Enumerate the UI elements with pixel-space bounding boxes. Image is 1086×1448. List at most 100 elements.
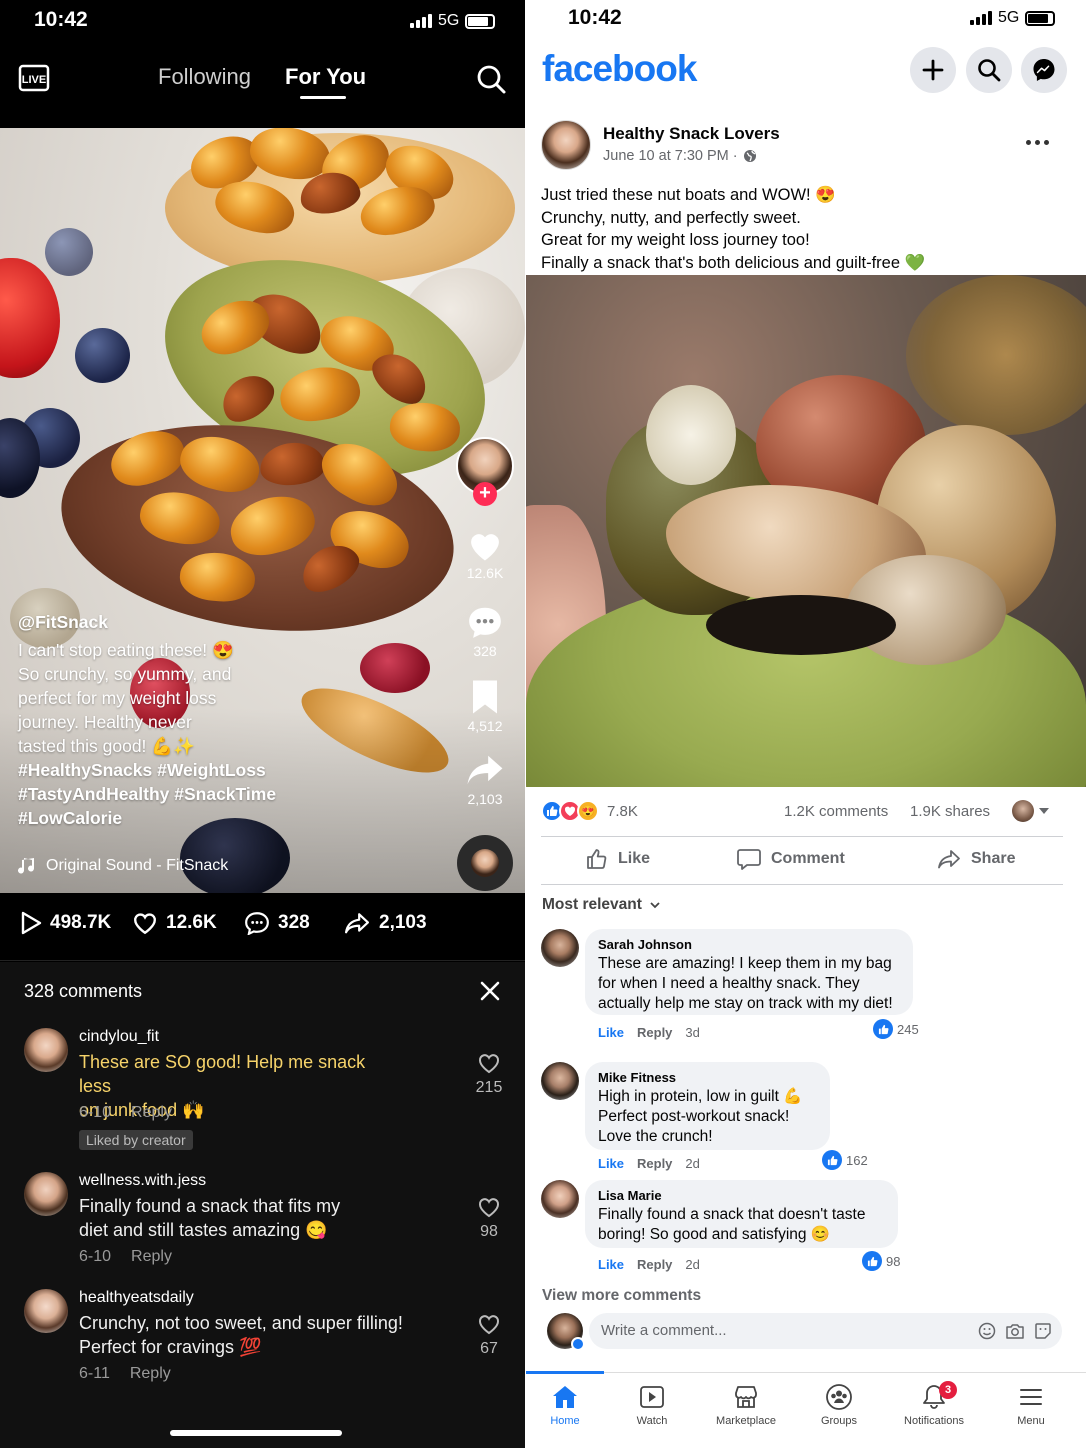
like-button[interactable]: Like	[586, 848, 650, 870]
heart-outline-icon	[479, 1198, 499, 1218]
comment-reactions[interactable]: 162	[822, 1150, 868, 1170]
home-icon	[553, 1386, 577, 1408]
share-outline-icon	[345, 913, 369, 934]
notification-badge: 3	[939, 1381, 957, 1399]
avatar[interactable]	[24, 1289, 68, 1333]
comments-stat[interactable]: 328	[244, 911, 310, 935]
shares-stat[interactable]: 2,103	[343, 911, 427, 935]
caption-username[interactable]: @FitSnack	[18, 610, 288, 634]
close-icon[interactable]	[479, 980, 501, 1007]
post-line: Great for my weight loss journey too!	[541, 231, 810, 249]
commenter-name[interactable]: Lisa Marie	[598, 1188, 885, 1203]
comment-input[interactable]: Write a comment...	[589, 1313, 1062, 1349]
facebook-logo[interactable]: facebook	[542, 48, 697, 90]
comment-like-button[interactable]: Like	[598, 1025, 624, 1040]
shares-count[interactable]: 1.9K shares	[910, 803, 990, 820]
sound-name: Original Sound - FitSnack	[46, 857, 229, 874]
facebook-screen: 10:42 5G facebook Healthy Snack Lovers J…	[526, 0, 1086, 1448]
avatar[interactable]	[541, 1180, 579, 1218]
thumbs-up-icon	[822, 1150, 842, 1170]
like-action[interactable]: 12.6K	[455, 528, 515, 581]
likes-stat[interactable]: 12.6K	[132, 911, 217, 935]
messenger-button[interactable]	[1021, 47, 1067, 93]
nav-groups[interactable]: Groups	[794, 1383, 884, 1427]
chevron-down-icon	[1039, 808, 1049, 814]
avatar[interactable]	[24, 1172, 68, 1216]
sound-row[interactable]: Original Sound - FitSnack	[18, 856, 228, 876]
comment-like-button[interactable]: Like	[598, 1257, 624, 1272]
nav-marketplace[interactable]: Marketplace	[701, 1383, 791, 1427]
comment-bubble: Sarah Johnson These are amazing! I keep …	[585, 929, 913, 1015]
comment-reply-button[interactable]: Reply	[637, 1257, 672, 1272]
search-button[interactable]	[966, 47, 1012, 93]
reply-button[interactable]: Reply	[131, 1104, 172, 1121]
comment-button[interactable]: Comment	[737, 848, 845, 870]
hashtags[interactable]: #LowCalorie	[18, 806, 288, 830]
nav-notifications[interactable]: Notifications 3	[889, 1381, 979, 1427]
comments-header: 328 comments	[24, 981, 143, 1001]
view-more-comments[interactable]: View more comments	[542, 1287, 701, 1305]
tab-following[interactable]: Following	[158, 64, 251, 90]
video-caption: @FitSnack I can't stop eating these! 😍 S…	[18, 610, 288, 830]
reactions-summary[interactable]: 😍 7.8K	[541, 800, 638, 822]
more-options-icon[interactable]	[1026, 140, 1049, 145]
nav-home[interactable]: Home	[526, 1383, 610, 1427]
avatar[interactable]	[541, 929, 579, 967]
hashtags[interactable]: #HealthySnacks #WeightLoss	[18, 758, 288, 782]
comment-like-button[interactable]: Like	[598, 1156, 624, 1171]
tab-for-you[interactable]: For You	[285, 64, 366, 90]
commenter-name[interactable]: Sarah Johnson	[598, 937, 900, 952]
commenter-name[interactable]: Mike Fitness	[598, 1070, 817, 1085]
avatar[interactable]	[541, 120, 591, 170]
comment-line: Perfect post-workout snack!	[598, 1108, 790, 1125]
post-timestamp[interactable]: June 10 at 7:30 PM ·	[603, 148, 757, 164]
comment-like-count: 98	[480, 1223, 498, 1240]
avatar[interactable]	[541, 1062, 579, 1100]
globe-icon	[743, 150, 756, 162]
comment-reactions[interactable]: 98	[862, 1251, 900, 1271]
comment-action[interactable]: 328	[455, 604, 515, 659]
avatar[interactable]	[24, 1028, 68, 1072]
battery-icon	[1025, 10, 1056, 26]
create-button[interactable]	[910, 47, 956, 93]
comment-username[interactable]: healthyeatsdaily	[79, 1289, 194, 1307]
save-action[interactable]: 4,512	[455, 679, 515, 734]
video-stats-bar: 498.7K 12.6K 328 2,103	[0, 893, 525, 961]
status-icons: 5G	[970, 9, 1056, 27]
comment-reply-button[interactable]: Reply	[637, 1156, 672, 1171]
comment-like[interactable]: 98	[469, 1196, 509, 1241]
sort-dropdown[interactable]: Most relevant	[542, 896, 660, 914]
comment-username[interactable]: cindylou_fit	[79, 1028, 159, 1046]
hashtags[interactable]: #TastyAndHealthy #SnackTime	[18, 782, 288, 806]
comment-username[interactable]: wellness.with.jess	[79, 1172, 206, 1190]
reply-button[interactable]: Reply	[130, 1365, 171, 1382]
share-action[interactable]: 2,103	[455, 752, 515, 807]
live-icon[interactable]: LIVE	[18, 62, 50, 94]
music-note-icon	[18, 858, 35, 874]
comments-count[interactable]: 1.2K comments	[784, 803, 888, 820]
sound-disc-icon[interactable]	[457, 835, 513, 891]
comment-input-placeholder: Write a comment...	[601, 1322, 727, 1339]
share-button[interactable]: Share	[937, 848, 1015, 870]
comment-date: 6-10	[79, 1248, 112, 1265]
comment-like[interactable]: 67	[469, 1313, 509, 1358]
post-body: Just tried these nut boats and WOW! 😍 Cr…	[541, 184, 925, 274]
comment-reactions[interactable]: 245	[873, 1019, 919, 1039]
comment-reply-button[interactable]: Reply	[637, 1025, 672, 1040]
comment-meta: 6-10 Reply	[79, 1104, 192, 1122]
react-as-selector[interactable]	[1012, 800, 1049, 822]
divider	[541, 836, 1063, 837]
comment-line: actually help me stay on track with my d…	[598, 995, 893, 1012]
reply-button[interactable]: Reply	[131, 1248, 172, 1265]
comment-date: 6-11	[79, 1365, 110, 1382]
search-icon[interactable]	[475, 63, 507, 100]
comment-like[interactable]: 215	[469, 1052, 509, 1097]
post-photo[interactable]	[526, 275, 1086, 787]
comment-bubble-icon	[469, 607, 501, 638]
follow-plus-icon[interactable]: +	[473, 482, 497, 506]
active-tab-indicator	[300, 96, 346, 99]
save-count: 4,512	[467, 718, 503, 734]
nav-watch[interactable]: Watch	[607, 1383, 697, 1427]
nav-menu[interactable]: Menu	[986, 1383, 1076, 1427]
post-author[interactable]: Healthy Snack Lovers	[603, 124, 780, 144]
